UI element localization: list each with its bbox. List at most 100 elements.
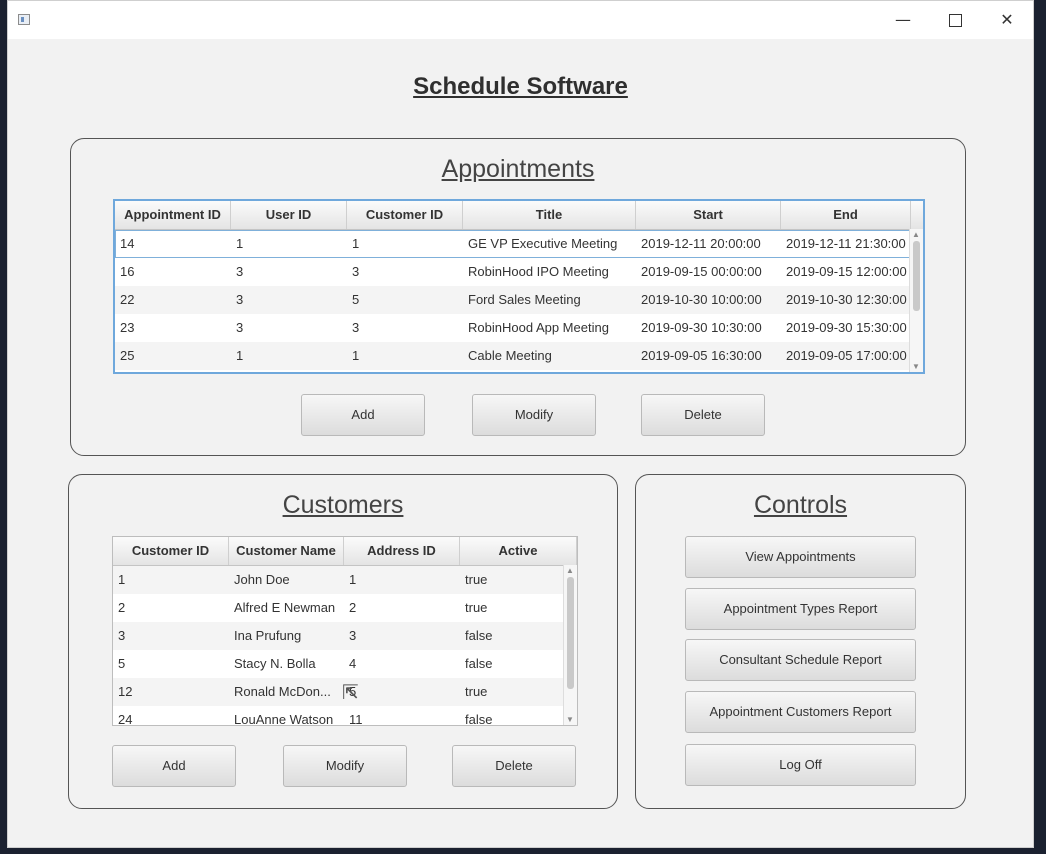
cell-customer-id: 5 xyxy=(118,656,126,671)
cell-end: 2019-12-11 21:30:00 xyxy=(786,236,906,251)
appointment-customers-report-button[interactable]: Appointment Customers Report xyxy=(685,691,916,733)
column-header-start[interactable]: Start xyxy=(636,201,781,229)
close-button[interactable]: ✕ xyxy=(984,7,1030,33)
cell-appointment-id: 16 xyxy=(120,264,135,279)
title-bar: — ✕ xyxy=(8,1,1033,39)
controls-title: Controls xyxy=(753,491,848,519)
maximize-button[interactable] xyxy=(932,7,978,33)
cell-title: Ford Sales Meeting xyxy=(468,292,581,307)
scroll-down-icon[interactable]: ▼ xyxy=(912,362,920,371)
mouse-cursor-icon: ⇱ xyxy=(342,682,359,704)
table-row[interactable]: 25 1 1 Cable Meeting 2019-09-05 16:30:00… xyxy=(115,342,923,370)
table-row[interactable]: 24 LouAnne Watson 11 false xyxy=(113,706,577,734)
cell-address-id: 11 xyxy=(349,712,363,727)
appointments-scrollbar[interactable]: ▲ ▼ xyxy=(909,229,923,372)
scroll-up-icon[interactable]: ▲ xyxy=(566,566,574,575)
table-row[interactable]: 23 3 3 RobinHood App Meeting 2019-09-30 … xyxy=(115,314,923,342)
cell-end: 2019-09-15 12:00:00 xyxy=(786,264,907,279)
cell-user-id: 3 xyxy=(236,292,244,307)
delete-appointment-button[interactable]: Delete xyxy=(641,394,765,436)
cell-user-id: 3 xyxy=(236,264,244,279)
cell-start: 2019-09-15 00:00:00 xyxy=(641,264,762,279)
cell-user-id: 3 xyxy=(236,320,244,335)
cell-address-id: 5 xyxy=(349,684,357,699)
cell-active: false xyxy=(465,656,493,671)
delete-customer-button[interactable]: Delete xyxy=(452,745,576,787)
log-off-button[interactable]: Log Off xyxy=(685,744,916,786)
table-row[interactable]: 1 John Doe 1 true xyxy=(113,566,577,594)
table-row[interactable]: 16 3 3 RobinHood IPO Meeting 2019-09-15 … xyxy=(115,258,923,286)
page-title: Schedule Software xyxy=(413,73,628,100)
customers-table-header: Customer ID Customer Name Address ID Act… xyxy=(113,537,577,566)
cell-customer-id: 1 xyxy=(118,572,126,587)
column-header-end[interactable]: End xyxy=(781,201,911,229)
cell-customer-id: 24 xyxy=(118,712,133,727)
column-header-title[interactable]: Title xyxy=(463,201,636,229)
cell-customer-name: Alfred E Newman xyxy=(234,600,336,615)
scrollbar-thumb[interactable] xyxy=(913,241,920,311)
cell-start: 2019-12-11 20:00:00 xyxy=(641,236,761,251)
appointments-table-header: Appointment ID User ID Customer ID Title… xyxy=(115,201,923,230)
add-appointment-button[interactable]: Add xyxy=(301,394,425,436)
cell-customer-name: LouAnne Watson xyxy=(234,712,334,727)
column-header-address-id[interactable]: Address ID xyxy=(344,537,460,565)
cell-appointment-id: 14 xyxy=(120,236,135,251)
cell-end: 2019-09-05 17:00:00 xyxy=(786,348,907,363)
column-header-active[interactable]: Active xyxy=(460,537,577,565)
cell-customer-id: 1 xyxy=(352,236,360,251)
modify-customer-button[interactable]: Modify xyxy=(283,745,407,787)
cell-customer-id: 3 xyxy=(352,320,360,335)
cell-customer-id: 3 xyxy=(118,628,126,643)
cell-user-id: 1 xyxy=(236,348,244,363)
column-header-customer-name[interactable]: Customer Name xyxy=(229,537,344,565)
cell-customer-name: John Doe xyxy=(234,572,290,587)
appointments-panel: Appointments Appointment ID User ID Cust… xyxy=(70,138,966,456)
customers-scrollbar[interactable]: ▲ ▼ xyxy=(563,565,577,725)
consultant-schedule-report-button[interactable]: Consultant Schedule Report xyxy=(685,639,916,681)
cell-start: 2019-09-30 10:30:00 xyxy=(641,320,762,335)
appointment-types-report-button[interactable]: Appointment Types Report xyxy=(685,588,916,630)
app-window: — ✕ Schedule Software Appointments Appoi… xyxy=(7,0,1034,848)
cell-customer-name: Ronald McDon... xyxy=(234,684,331,699)
cell-active: true xyxy=(465,684,488,699)
table-row[interactable]: 22 3 5 Ford Sales Meeting 2019-10-30 10:… xyxy=(115,286,923,314)
appointments-table[interactable]: Appointment ID User ID Customer ID Title… xyxy=(113,199,925,374)
cell-title: RobinHood App Meeting xyxy=(468,320,609,335)
cell-active: false xyxy=(465,628,493,643)
table-row[interactable]: 3 Ina Prufung 3 false xyxy=(113,622,577,650)
cell-title: Cable Meeting xyxy=(468,348,552,363)
column-header-customer-id[interactable]: Customer ID xyxy=(347,201,463,229)
cell-appointment-id: 23 xyxy=(120,320,135,335)
table-row[interactable]: 2 Alfred E Newman 2 true xyxy=(113,594,577,622)
cell-start: 2019-10-30 10:00:00 xyxy=(641,292,762,307)
scrollbar-thumb[interactable] xyxy=(567,577,574,689)
modify-appointment-button[interactable]: Modify xyxy=(472,394,596,436)
cell-active: false xyxy=(465,712,493,727)
cell-customer-name: Stacy N. Bolla xyxy=(234,656,316,671)
cell-end: 2019-10-30 12:30:00 xyxy=(786,292,907,307)
customers-table-body: 1 John Doe 1 true 2 Alfred E Newman 2 tr… xyxy=(113,566,577,734)
scroll-down-icon[interactable]: ▼ xyxy=(566,715,574,724)
cell-appointment-id: 22 xyxy=(120,292,135,307)
minimize-button[interactable]: — xyxy=(880,7,926,33)
appointments-title: Appointments xyxy=(441,155,595,183)
column-header-appointment-id[interactable]: Appointment ID xyxy=(115,201,231,229)
column-header-user-id[interactable]: User ID xyxy=(231,201,347,229)
column-header-customer-id[interactable]: Customer ID xyxy=(113,537,229,565)
cell-address-id: 3 xyxy=(349,628,357,643)
customers-panel: Customers Customer ID Customer Name Addr… xyxy=(68,474,618,809)
scroll-up-icon[interactable]: ▲ xyxy=(912,230,920,239)
cell-appointment-id: 25 xyxy=(120,348,135,363)
cell-customer-id: 1 xyxy=(352,348,360,363)
cell-customer-id: 2 xyxy=(118,600,126,615)
table-row[interactable]: 14 1 1 GE VP Executive Meeting 2019-12-1… xyxy=(115,230,923,258)
table-row[interactable]: 5 Stacy N. Bolla 4 false xyxy=(113,650,577,678)
cell-active: true xyxy=(465,572,488,587)
app-icon xyxy=(18,14,30,25)
customers-title: Customers xyxy=(282,491,404,519)
view-appointments-button[interactable]: View Appointments xyxy=(685,536,916,578)
cell-start: 2019-09-05 16:30:00 xyxy=(641,348,762,363)
add-customer-button[interactable]: Add xyxy=(112,745,236,787)
cell-customer-id: 12 xyxy=(118,684,133,699)
cell-title: GE VP Executive Meeting xyxy=(468,236,618,251)
